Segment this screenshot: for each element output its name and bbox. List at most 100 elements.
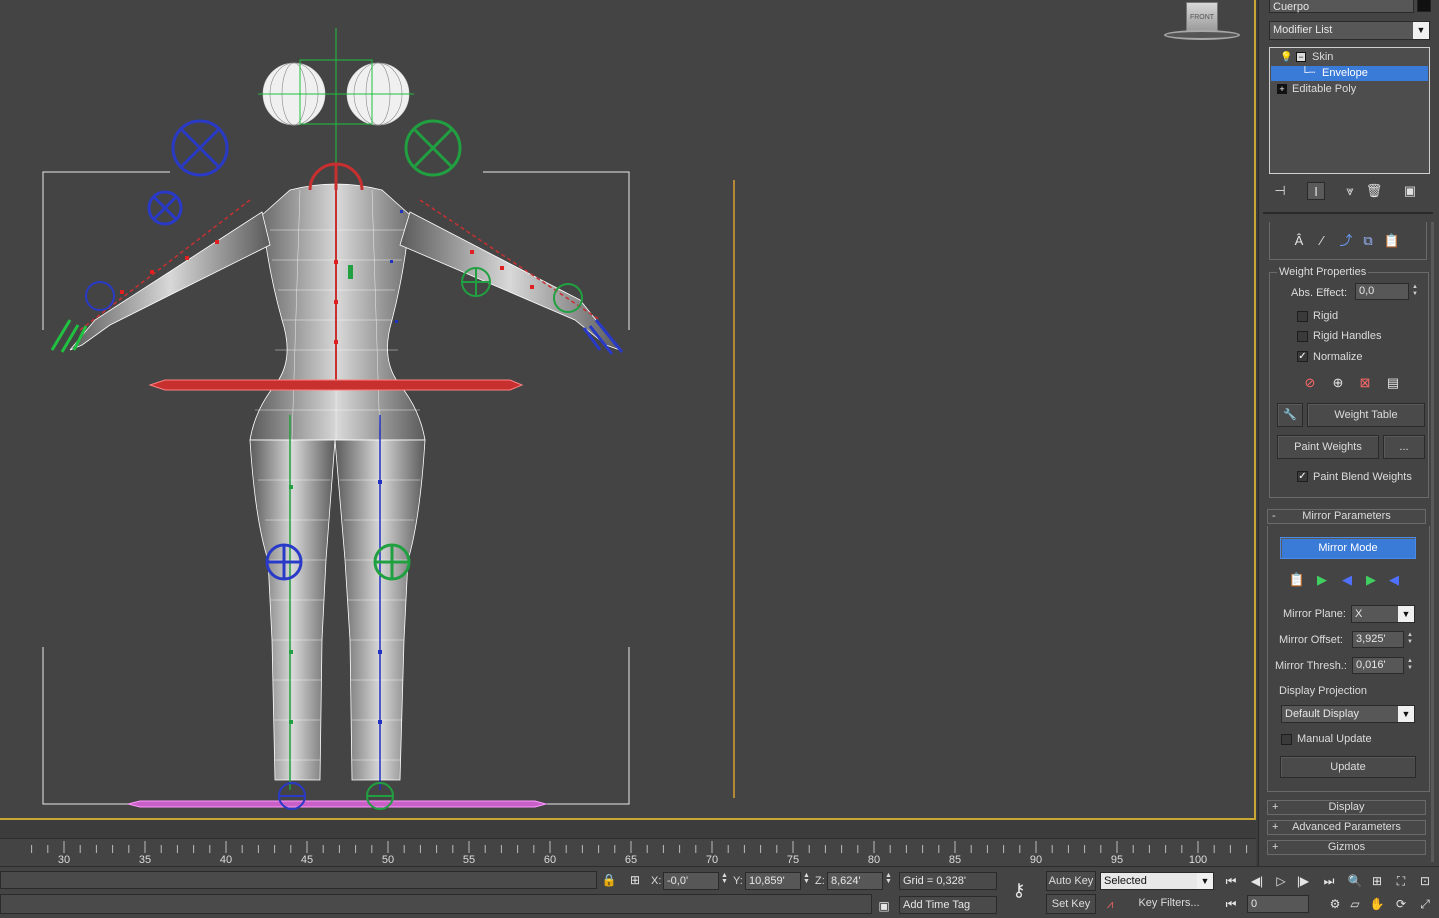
time-tag-icon[interactable]: ▣	[875, 897, 893, 915]
normalize-checkbox[interactable]: ✓	[1297, 351, 1308, 362]
paste-blue-verts-icon[interactable]: ◀	[1385, 571, 1403, 589]
add-time-tag-button[interactable]: Add Time Tag	[899, 896, 997, 914]
zoom-all-icon[interactable]: ⊞	[1368, 872, 1386, 890]
zoom-extents-icon[interactable]: ⛶	[1392, 872, 1410, 890]
stack-item-editable-poly[interactable]: + Editable Poly	[1271, 82, 1428, 97]
select-excluded-icon[interactable]: ⊠	[1356, 374, 1374, 392]
y-coordinate-field[interactable]: 10,859'	[745, 872, 801, 890]
rigid-handles-checkbox[interactable]	[1297, 331, 1308, 342]
tangent-icon[interactable]: ⩘	[1101, 895, 1119, 913]
z-coordinate-field[interactable]: 8,624'	[827, 872, 883, 890]
go-to-end-icon[interactable]: ⏭	[1320, 872, 1338, 890]
bake-weights-icon[interactable]: ▤	[1384, 374, 1402, 392]
key-icon[interactable]: ⚷	[1010, 881, 1028, 899]
copy-icon[interactable]: ⧉	[1359, 232, 1377, 250]
manual-update-checkbox[interactable]	[1281, 734, 1292, 745]
wrench-icon[interactable]: 🔧	[1277, 403, 1303, 427]
gizmos-rollout[interactable]: + Gizmos	[1267, 840, 1426, 855]
mirror-paste-icon[interactable]: 📋	[1288, 571, 1306, 589]
next-frame-icon[interactable]: |▶	[1294, 872, 1312, 890]
paste-icon[interactable]: 📋	[1383, 232, 1401, 250]
pin-stack-icon[interactable]: ⊣	[1271, 182, 1289, 200]
eye-helpers[interactable]	[258, 28, 414, 170]
paste-blue-to-green-icon[interactable]: ◀	[1338, 571, 1356, 589]
curve-icon[interactable]: ⤴	[1337, 232, 1355, 250]
selection-set-value: Selected	[1104, 875, 1147, 887]
spinner-arrows-icon[interactable]: ▲ ▼	[1405, 658, 1415, 673]
mirror-offset-spinner[interactable]: 3,925' ▲ ▼	[1352, 631, 1413, 648]
viewcube-front-face[interactable]: FRONT	[1186, 2, 1218, 32]
paste-green-verts-icon[interactable]: ▶	[1362, 571, 1380, 589]
mirror-thresh-spinner[interactable]: 0,016' ▲ ▼	[1352, 657, 1413, 674]
display-projection-value: Default Display	[1285, 708, 1359, 720]
mirror-plane-dropdown[interactable]: X ▼	[1351, 605, 1415, 623]
paint-blend-weights-checkbox[interactable]: ✓	[1297, 471, 1308, 482]
remove-modifier-icon[interactable]: 🗑	[1365, 182, 1383, 200]
object-name-field[interactable]: Cuerpo	[1269, 0, 1414, 13]
mirror-parameters-rollout[interactable]: - Mirror Parameters	[1267, 509, 1426, 524]
previous-frame-icon[interactable]: ◀|	[1248, 872, 1266, 890]
modifier-stack[interactable]: 💡 − Skin └┄ Envelope + Editable Poly	[1269, 47, 1430, 174]
text-icon[interactable]: Â	[1290, 232, 1308, 250]
command-panel: Cuerpo Modifier List ▼ 💡 − Skin └┄ Envel…	[1258, 0, 1439, 866]
spinner-arrows-icon[interactable]: ▲ ▼	[1405, 632, 1415, 647]
ruler-tick-label: 60	[543, 854, 557, 866]
display-projection-dropdown[interactable]: Default Display ▼	[1281, 705, 1415, 723]
z-label: Z:	[815, 875, 825, 887]
show-end-result-icon[interactable]: I	[1307, 182, 1325, 200]
mirror-mode-button[interactable]: Mirror Mode	[1280, 537, 1416, 559]
expand-icon[interactable]: +	[1277, 84, 1287, 94]
time-ruler[interactable]: 30 35 40 45 50 55 60 65 70 75 80 85 90 95 100	[0, 838, 1256, 866]
play-icon[interactable]: ▷	[1272, 872, 1290, 890]
spinner-arrows-icon[interactable]: ▲ ▼	[721, 872, 728, 885]
paint-options-button[interactable]: ...	[1383, 435, 1425, 459]
selection-set-dropdown[interactable]: Selected ▼	[1100, 872, 1214, 890]
field-of-view-icon[interactable]: ▱	[1346, 895, 1364, 913]
current-frame-field[interactable]: 0	[1247, 895, 1309, 913]
character-mesh-wireframe[interactable]	[0, 0, 1256, 820]
go-to-start-icon[interactable]: ⏮	[1222, 872, 1240, 890]
orbit-icon[interactable]: ⟳	[1392, 895, 1410, 913]
weight-table-button[interactable]: Weight Table	[1307, 403, 1425, 427]
line-icon[interactable]: ⁄	[1313, 232, 1331, 250]
paint-weights-button[interactable]: Paint Weights	[1277, 435, 1379, 459]
rigid-checkbox[interactable]	[1297, 311, 1308, 322]
spinner-arrows-icon[interactable]: ▲ ▼	[1410, 284, 1420, 299]
stack-item-envelope[interactable]: └┄ Envelope	[1271, 66, 1428, 81]
abs-effect-spinner[interactable]: 0,0 ▲ ▼	[1355, 283, 1418, 300]
object-color-swatch[interactable]	[1417, 0, 1431, 12]
viewcube-ring[interactable]	[1164, 30, 1240, 40]
include-verts-icon[interactable]: ⊕	[1329, 374, 1347, 392]
chevron-down-icon: ▼	[1398, 706, 1414, 722]
collapse-icon[interactable]: −	[1296, 52, 1306, 62]
maxscript-listener-field[interactable]	[0, 871, 597, 889]
make-unique-icon[interactable]: ⩔	[1341, 182, 1359, 200]
zoom-icon[interactable]: 🔍	[1346, 872, 1364, 890]
display-rollout[interactable]: + Display	[1267, 800, 1426, 815]
spinner-arrows-icon[interactable]: ▲ ▼	[803, 872, 810, 885]
key-filters-button[interactable]: Key Filters...	[1124, 894, 1214, 914]
lock-icon[interactable]: 🔒	[600, 871, 618, 889]
key-mode-icon[interactable]: ⏮	[1222, 895, 1240, 913]
exclude-verts-icon[interactable]: ⊘	[1301, 374, 1319, 392]
rollout-title: Display	[1328, 801, 1365, 813]
viewcube[interactable]: FRONT	[1164, 2, 1240, 40]
auto-key-button[interactable]: Auto Key	[1046, 871, 1096, 891]
advanced-parameters-rollout[interactable]: + Advanced Parameters	[1267, 820, 1426, 835]
maximize-viewport-icon[interactable]: ⤢	[1416, 895, 1434, 913]
absolute-mode-icon[interactable]: ⊞	[626, 871, 644, 889]
set-key-button[interactable]: Set Key	[1046, 894, 1096, 914]
lightbulb-icon[interactable]: 💡	[1280, 50, 1292, 65]
modifier-list-dropdown[interactable]: Modifier List ▼	[1269, 21, 1430, 40]
front-viewport[interactable]: FRONT	[0, 0, 1256, 820]
x-coordinate-field[interactable]: -0,0'	[663, 872, 719, 890]
pan-icon[interactable]: ✋	[1368, 895, 1386, 913]
update-button[interactable]: Update	[1280, 756, 1416, 778]
time-configuration-icon[interactable]: ⚙	[1326, 895, 1344, 913]
paste-green-to-blue-icon[interactable]: ▶	[1313, 571, 1331, 589]
spinner-arrows-icon[interactable]: ▲ ▼	[885, 872, 892, 885]
configure-sets-icon[interactable]: ▣	[1401, 182, 1419, 200]
panel-scrollbar[interactable]	[1431, 222, 1434, 862]
zoom-extents-all-icon[interactable]: ⊡	[1416, 872, 1434, 890]
stack-item-skin[interactable]: 💡 − Skin	[1271, 50, 1428, 65]
